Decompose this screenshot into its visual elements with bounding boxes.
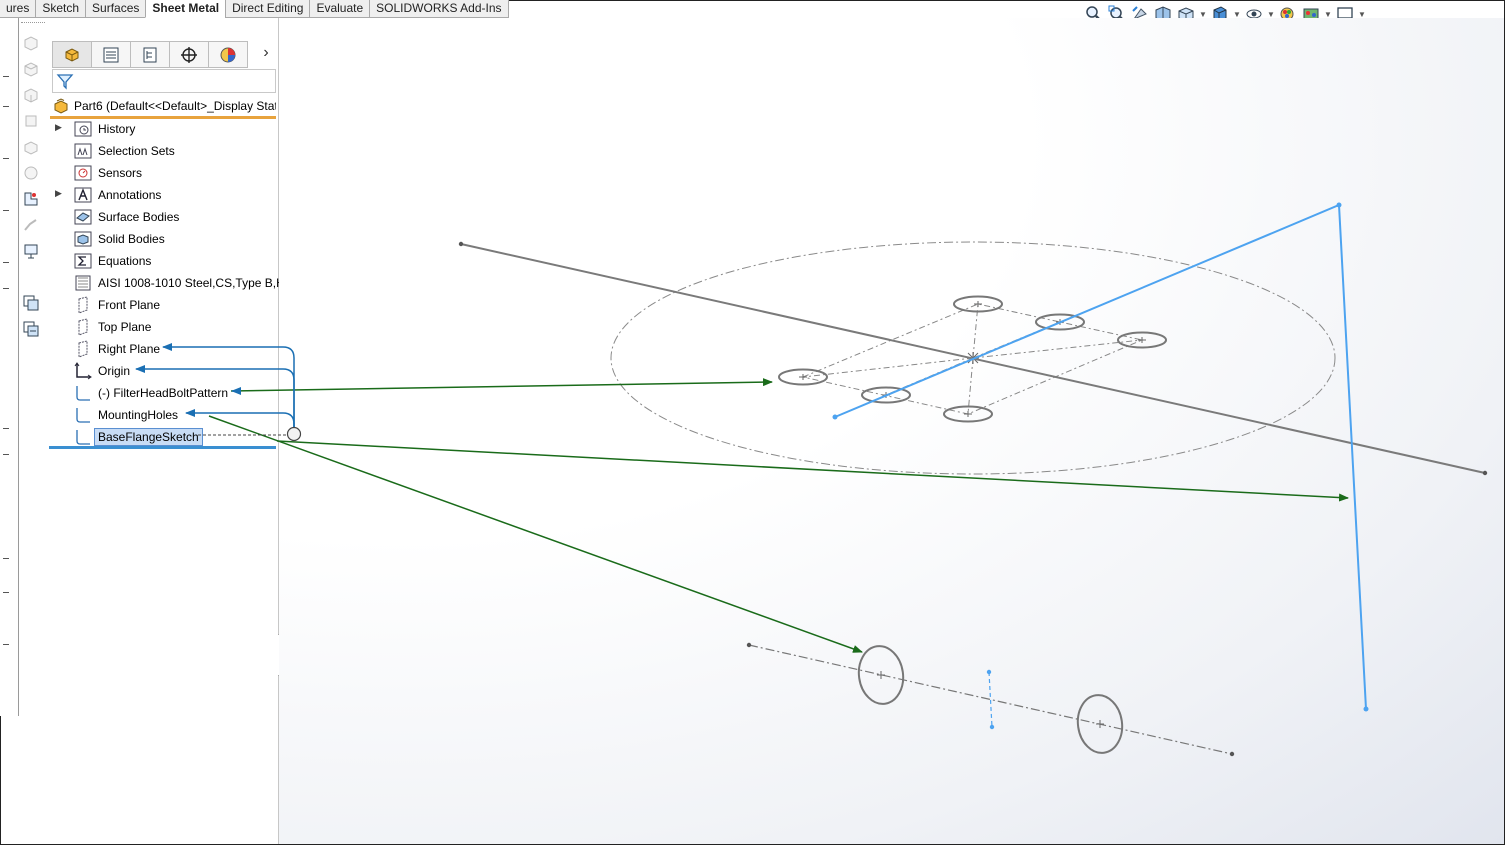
tree-item-label: Equations bbox=[98, 254, 152, 268]
manager-tabs bbox=[52, 41, 248, 68]
toolbar-separator bbox=[21, 22, 45, 23]
miter-flange-icon[interactable] bbox=[20, 136, 42, 158]
tree-item-filterheadboltpattern[interactable]: (-) FilterHeadBoltPattern bbox=[48, 382, 278, 404]
sensors-icon bbox=[74, 165, 92, 181]
part-root-label: Part6 (Default<<Default>_Display Stat bbox=[74, 99, 276, 113]
no-bends-icon bbox=[20, 266, 42, 288]
solid-bodies-icon bbox=[74, 231, 92, 247]
tab-sketch[interactable]: Sketch bbox=[35, 0, 87, 18]
sketch-icon bbox=[76, 430, 90, 445]
chevron-right-icon[interactable]: › bbox=[258, 44, 274, 64]
sketch-icon bbox=[76, 386, 90, 401]
tree-item-equations[interactable]: Equations bbox=[48, 250, 278, 272]
sketched-bend-icon[interactable] bbox=[20, 188, 42, 210]
tree-item-mountingholes[interactable]: MountingHoles bbox=[48, 404, 278, 426]
tree-item-surface-bodies[interactable]: Surface Bodies bbox=[48, 206, 278, 228]
dimxpertmanager-icon[interactable] bbox=[169, 41, 209, 68]
tree-item-sensors[interactable]: Sensors bbox=[48, 162, 278, 184]
tree-item-label: BaseFlangeSketch bbox=[94, 428, 203, 446]
tab-solidworks-add-ins[interactable]: SOLIDWORKS Add-Ins bbox=[369, 0, 509, 18]
tree-item-origin[interactable]: Origin bbox=[48, 360, 278, 382]
tree-item-solid-bodies[interactable]: Solid Bodies bbox=[48, 228, 278, 250]
tree-item-label: Surface Bodies bbox=[98, 210, 180, 224]
expand-arrow-icon[interactable]: ▶ bbox=[55, 122, 63, 134]
tree-item-label: Origin bbox=[98, 364, 131, 378]
tree-item-selection-sets[interactable]: Selection Sets bbox=[48, 140, 278, 162]
propertymanager-icon[interactable] bbox=[91, 41, 131, 68]
command-manager-strip bbox=[0, 18, 19, 716]
part-icon bbox=[54, 98, 68, 114]
tab-surfaces[interactable]: Surfaces bbox=[85, 0, 147, 18]
tree-item-label: Top Plane bbox=[98, 320, 152, 334]
tab-sheet-metal[interactable]: Sheet Metal bbox=[145, 0, 227, 18]
tab-direct-editing[interactable]: Direct Editing bbox=[225, 0, 311, 18]
surface-bodies-icon bbox=[74, 209, 92, 225]
graphics-area[interactable] bbox=[279, 18, 1504, 844]
history-folder-icon bbox=[74, 121, 92, 137]
tree-item-label: MountingHoles bbox=[98, 408, 179, 422]
tree-item-label: Front Plane bbox=[98, 298, 161, 312]
display-manager-icon[interactable] bbox=[208, 41, 248, 68]
annotations-icon bbox=[74, 187, 92, 203]
flatten-icon[interactable] bbox=[20, 240, 42, 262]
tree-item-label: (-) FilterHeadBoltPattern bbox=[98, 386, 229, 400]
sketch-icon bbox=[76, 408, 90, 423]
plane-icon bbox=[78, 318, 88, 336]
tree-item-label: Annotations bbox=[98, 188, 162, 202]
material-icon bbox=[75, 275, 91, 291]
tree-item-label: Selection Sets bbox=[98, 144, 175, 158]
part-root-item[interactable]: Part6 (Default<<Default>_Display Stat bbox=[50, 96, 276, 116]
lofted-bend-icon[interactable] bbox=[20, 84, 42, 106]
tree-item-top-plane[interactable]: Top Plane bbox=[48, 316, 278, 338]
convert-to-sheet-metal-icon[interactable] bbox=[20, 58, 42, 80]
equations-icon bbox=[74, 253, 92, 269]
tab-evaluate[interactable]: Evaluate bbox=[309, 0, 371, 18]
tree-filter-field[interactable] bbox=[52, 69, 276, 93]
filter-icon bbox=[56, 74, 74, 90]
tree-item-label: Sensors bbox=[98, 166, 143, 180]
hem-icon[interactable] bbox=[20, 162, 42, 184]
origin-icon bbox=[74, 362, 92, 380]
tree-item-front-plane[interactable]: Front Plane bbox=[48, 294, 278, 316]
tree-item-material[interactable]: AISI 1008-1010 Steel,CS,Type B,HR bbox=[48, 272, 293, 294]
edge-flange-icon[interactable] bbox=[20, 110, 42, 132]
command-manager-tabs: ures Sketch Surfaces Sheet Metal Direct … bbox=[0, 0, 509, 18]
tree-item-right-plane[interactable]: Right Plane bbox=[48, 338, 278, 360]
selection-sets-icon bbox=[74, 143, 92, 159]
configurationmanager-icon[interactable] bbox=[130, 41, 170, 68]
tab-features[interactable]: ures bbox=[0, 0, 37, 18]
tree-item-label: Right Plane bbox=[98, 342, 161, 356]
sheet-metal-tool-strip bbox=[20, 32, 46, 344]
rollback-bar[interactable] bbox=[49, 446, 276, 449]
plane-icon bbox=[78, 340, 88, 358]
insert-bends-icon[interactable] bbox=[20, 318, 42, 340]
expand-arrow-icon[interactable]: ▶ bbox=[55, 188, 63, 200]
jog-icon[interactable] bbox=[20, 214, 42, 236]
tree-item-annotations[interactable]: ▶ Annotations bbox=[48, 184, 278, 206]
tree-item-history[interactable]: ▶ History bbox=[48, 118, 278, 140]
plane-icon bbox=[78, 296, 88, 314]
featuremanager-tree-icon[interactable] bbox=[52, 41, 92, 68]
rip-icon[interactable] bbox=[20, 292, 42, 314]
base-flange-icon[interactable] bbox=[20, 32, 42, 54]
tree-item-baseflangesketch[interactable]: BaseFlangeSketch bbox=[48, 426, 278, 448]
tree-item-label: Solid Bodies bbox=[98, 232, 165, 246]
featuremanager-panel: › Part6 (Default<<Default>_Display Stat … bbox=[48, 18, 293, 844]
tree-item-label: AISI 1008-1010 Steel,CS,Type B,HR bbox=[98, 276, 294, 290]
tree-item-label: History bbox=[98, 122, 136, 136]
